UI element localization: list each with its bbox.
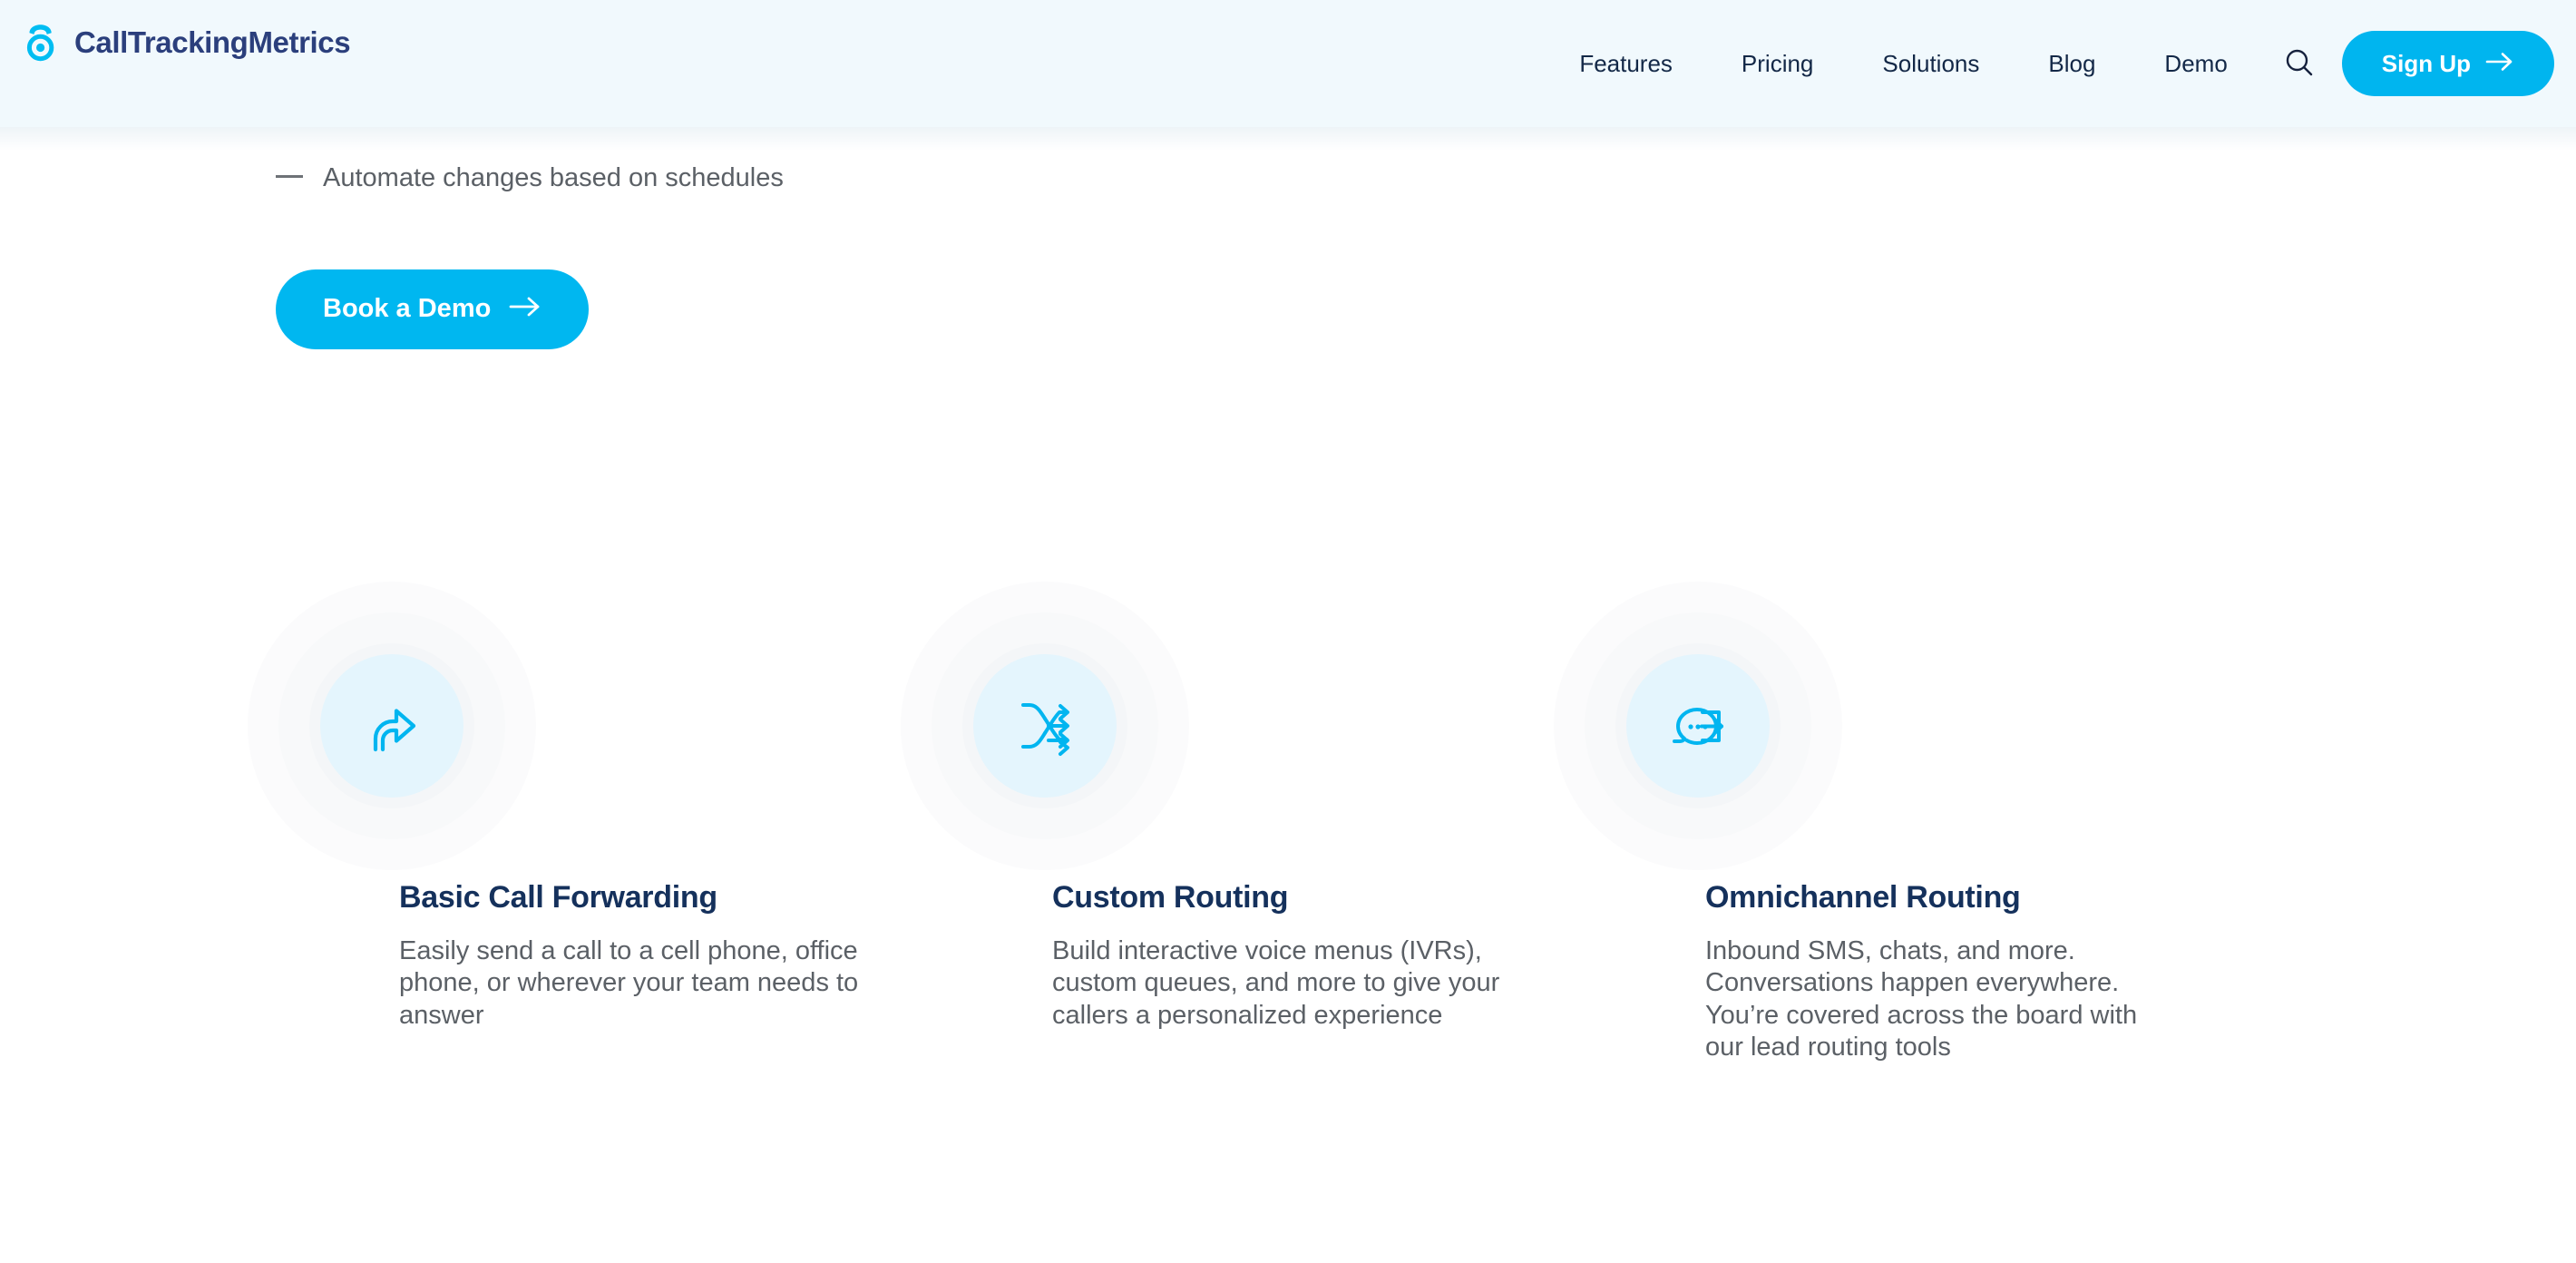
dash-bullet-icon	[276, 175, 303, 178]
list-item-label: Automate changes based on schedules	[323, 163, 784, 192]
crossing-routing-arrows-icon	[973, 654, 1117, 798]
feature-card-title: Basic Call Forwarding	[399, 880, 717, 915]
feature-card-title: Custom Routing	[1052, 880, 1289, 915]
arrow-right-icon	[2485, 51, 2514, 76]
sign-up-label: Sign Up	[2381, 50, 2471, 77]
icon-halo	[247, 581, 537, 871]
nav-item-demo[interactable]: Demo	[2130, 52, 2261, 75]
intro-section: Automate changes based on schedules Book…	[0, 127, 2576, 349]
search-icon	[2284, 47, 2315, 81]
icon-halo	[1553, 581, 1843, 871]
share-forward-arrow-icon	[320, 654, 463, 798]
brand-name: CallTrackingMetrics	[74, 25, 351, 59]
feature-cards: Basic Call Forwarding Easily send a call…	[0, 581, 2576, 1064]
nav-item-pricing[interactable]: Pricing	[1707, 52, 1848, 75]
feature-card-body: Build interactive voice menus (IVRs), cu…	[1052, 936, 1500, 1030]
chat-bubble-diverging-arrows-icon	[1626, 654, 1770, 798]
site-header: CallTrackingMetrics Features Pricing Sol…	[0, 0, 2576, 151]
nav-item-features[interactable]: Features	[1545, 52, 1707, 75]
nav-item-blog[interactable]: Blog	[2014, 52, 2130, 75]
book-a-demo-label: Book a Demo	[323, 294, 492, 324]
search-button[interactable]	[2262, 47, 2342, 81]
feature-card-title: Omnichannel Routing	[1705, 880, 2021, 915]
sign-up-button[interactable]: Sign Up	[2341, 31, 2554, 96]
arrow-right-icon	[509, 295, 542, 324]
nav-item-solutions[interactable]: Solutions	[1848, 52, 2014, 75]
icon-halo	[900, 581, 1190, 871]
page-content: Automate changes based on schedules Book…	[0, 127, 2576, 1062]
brand-logo-link[interactable]: CallTrackingMetrics	[22, 22, 351, 64]
feature-card-body: Easily send a call to a cell phone, offi…	[399, 936, 859, 1030]
list-item: Automate changes based on schedules	[276, 160, 2576, 197]
feature-card-omnichannel-routing: Omnichannel Routing Inbound SMS, chats, …	[1553, 581, 2358, 1064]
feature-card-body: Inbound SMS, chats, and more. Conversati…	[1705, 936, 2138, 1062]
main-navigation: Features Pricing Solutions Blog Demo Sig…	[1545, 0, 2554, 127]
phone-ring-logo-icon	[22, 22, 63, 64]
book-a-demo-button[interactable]: Book a Demo	[276, 269, 590, 349]
